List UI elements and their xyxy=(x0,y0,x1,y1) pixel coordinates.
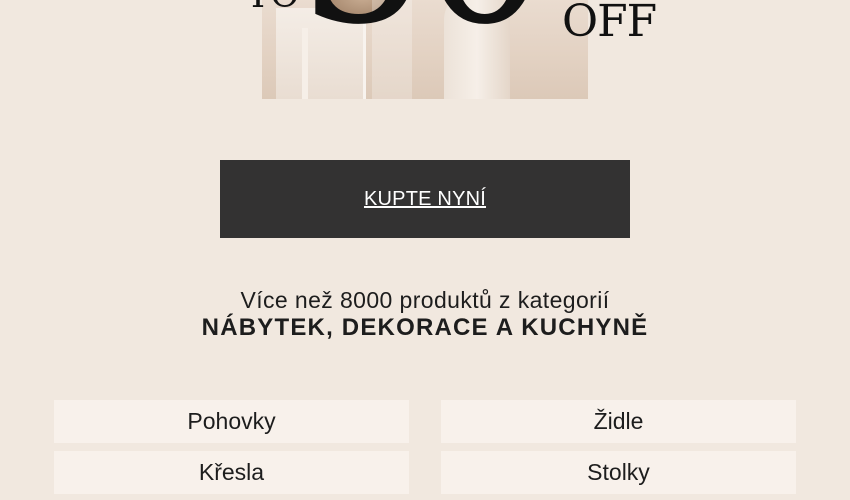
category-link-kresla[interactable]: Křesla xyxy=(54,451,409,494)
promo-suffix: OFF xyxy=(562,0,657,47)
buy-now-label: KUPTE NYNÍ xyxy=(363,187,487,210)
category-link-pohovky[interactable]: Pohovky xyxy=(54,400,409,443)
category-link-zidle[interactable]: Židle xyxy=(441,400,796,443)
tagline-categories: NÁBYTEK, DEKORACE A KUCHYNĚ xyxy=(201,314,649,341)
promo-percentage: 50 xyxy=(298,0,550,54)
tagline-text: Více než 8000 produktů z kategorií xyxy=(240,287,610,313)
category-link-stolky[interactable]: Stolky xyxy=(441,451,796,494)
promo-prefix: TO xyxy=(246,0,300,14)
buy-now-button[interactable]: KUPTE NYNÍ xyxy=(220,160,630,238)
